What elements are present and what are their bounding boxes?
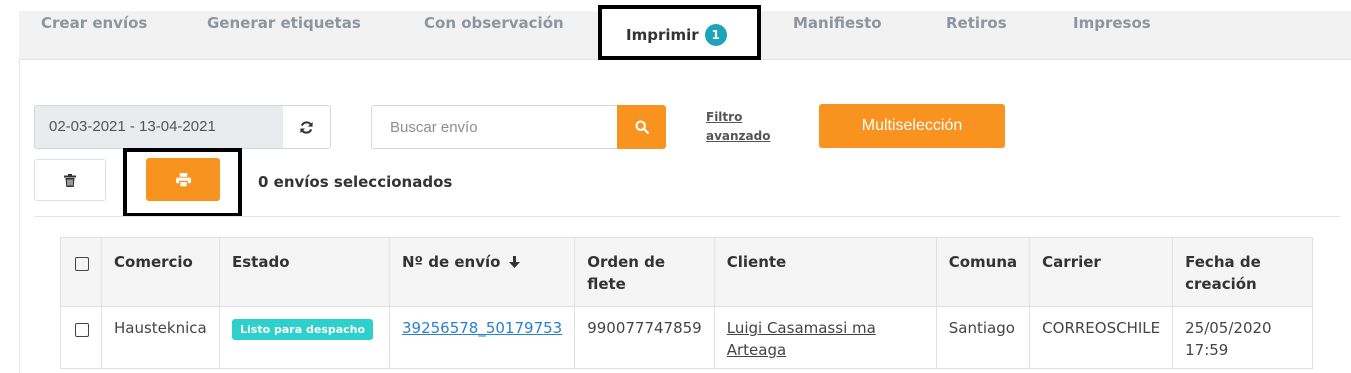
tab-generar-etiquetas[interactable]: Generar etiquetas: [207, 14, 361, 32]
table-row: Hausteknica Listo para despacho 39256578…: [60, 306, 1313, 369]
client-line2: Arteaga: [726, 341, 787, 359]
advanced-filter-line2: avanzado: [706, 129, 771, 143]
cell-orden-flete: 990077747859: [574, 306, 715, 369]
tab-retiros[interactable]: Retiros: [946, 14, 1007, 32]
tab-crear-envios[interactable]: Crear envíos: [41, 14, 147, 32]
search-button[interactable]: [617, 105, 666, 149]
header-cliente[interactable]: Cliente: [713, 237, 937, 307]
header-fecha-line2: creación: [1185, 275, 1257, 293]
header-estado[interactable]: Estado: [219, 237, 390, 307]
header-comuna[interactable]: Comuna: [935, 237, 1031, 307]
cell-fecha-creacion: 25/05/2020 17:59: [1172, 306, 1313, 369]
tab-manifiesto[interactable]: Manifiesto: [793, 14, 882, 32]
cell-cliente: Luigi Casamassi ma Arteaga: [713, 306, 937, 369]
fecha-line1: 25/05/2020: [1185, 319, 1272, 337]
cell-envio: 39256578_50179753: [388, 306, 576, 369]
status-badge: Listo para despacho: [232, 319, 374, 340]
toolbar-divider: [34, 216, 1340, 217]
search-input[interactable]: [371, 105, 618, 149]
date-range-field[interactable]: 02-03-2021 - 13-04-2021: [34, 105, 284, 149]
header-carrier[interactable]: Carrier: [1029, 237, 1174, 307]
header-select-all: [60, 237, 102, 307]
advanced-filter-link[interactable]: Filtro avanzado: [706, 108, 770, 146]
header-fecha-line1: Fecha de: [1185, 253, 1261, 271]
select-all-checkbox[interactable]: [75, 257, 89, 271]
shipments-table: Comercio Estado Nº de envío Orden de fle…: [60, 237, 1313, 369]
selected-count-text: 0 envíos seleccionados: [258, 173, 453, 191]
header-envio[interactable]: Nº de envío: [388, 237, 576, 307]
shipment-number-link[interactable]: 39256578_50179753: [402, 319, 562, 337]
header-orden-flete[interactable]: Orden de flete: [574, 237, 715, 307]
search-icon: [634, 120, 649, 134]
client-link[interactable]: Luigi Casamassi ma Arteaga: [727, 319, 876, 359]
trash-icon: [64, 173, 76, 187]
tab-impresos[interactable]: Impresos: [1073, 14, 1151, 32]
cell-carrier: CORREOSCHILE: [1029, 306, 1174, 369]
header-comercio[interactable]: Comercio: [101, 237, 220, 307]
cell-estado: Listo para despacho: [219, 306, 390, 369]
tab-imprimir[interactable]: Imprimir 1: [626, 24, 727, 46]
fecha-line2: 17:59: [1185, 341, 1229, 359]
row-select-cell: [60, 306, 102, 369]
print-button[interactable]: [146, 158, 220, 201]
header-orden-line1: Orden de: [587, 253, 666, 271]
cell-comuna: Santiago: [935, 306, 1031, 369]
refresh-button[interactable]: [283, 105, 331, 149]
advanced-filter-line1: Filtro: [706, 110, 743, 124]
client-line1: Luigi Casamassi ma: [726, 319, 876, 337]
tab-con-observacion[interactable]: Con observación: [424, 14, 564, 32]
tab-imprimir-label: Imprimir: [626, 26, 699, 44]
header-fecha-creacion[interactable]: Fecha de creación: [1172, 237, 1313, 307]
header-envio-label: Nº de envío: [402, 253, 501, 271]
table-header-row: Comercio Estado Nº de envío Orden de fle…: [60, 237, 1313, 307]
delete-button[interactable]: [34, 159, 106, 201]
refresh-icon: [300, 120, 313, 134]
tab-imprimir-badge: 1: [704, 24, 727, 46]
header-orden-line2: flete: [587, 275, 626, 293]
row-checkbox[interactable]: [75, 323, 89, 337]
multiselect-button[interactable]: Multiselección: [819, 104, 1005, 148]
cell-comercio: Hausteknica: [101, 306, 220, 369]
sort-down-icon: [508, 256, 520, 268]
print-icon: [175, 172, 191, 187]
